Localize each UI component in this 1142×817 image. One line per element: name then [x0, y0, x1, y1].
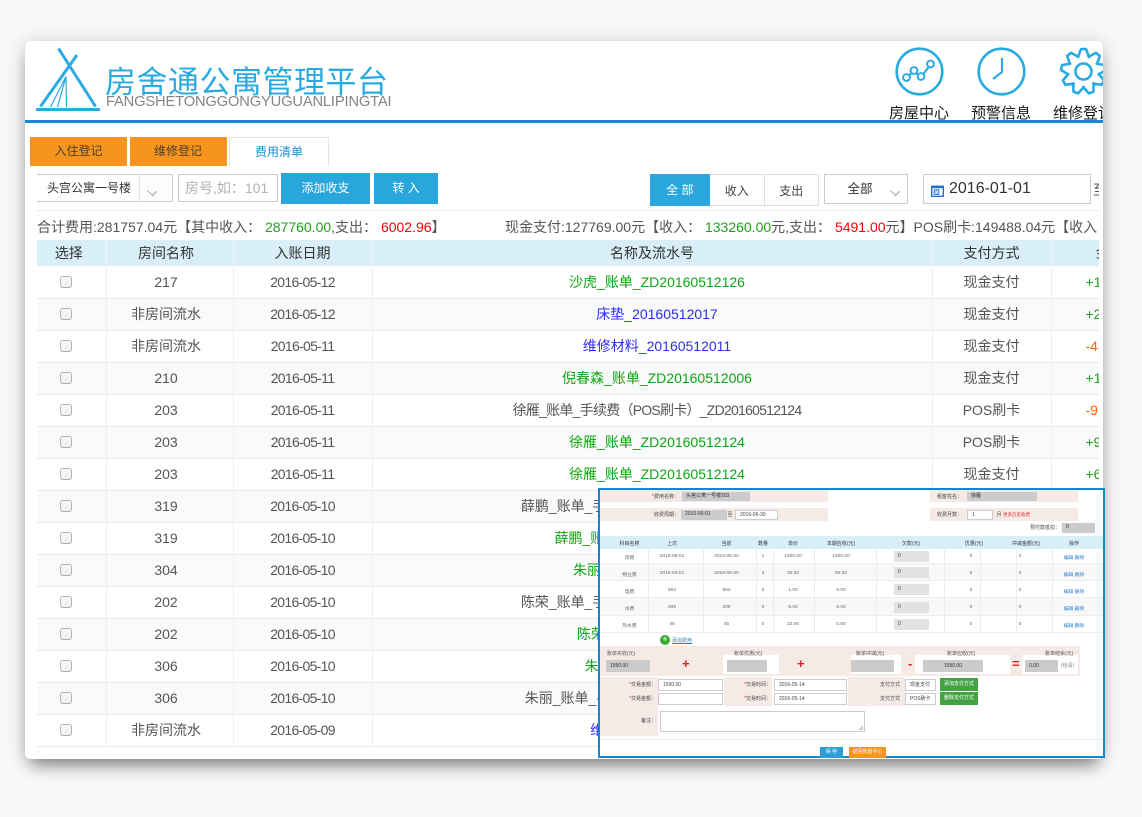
svg-text:6: 6 [935, 190, 938, 195]
